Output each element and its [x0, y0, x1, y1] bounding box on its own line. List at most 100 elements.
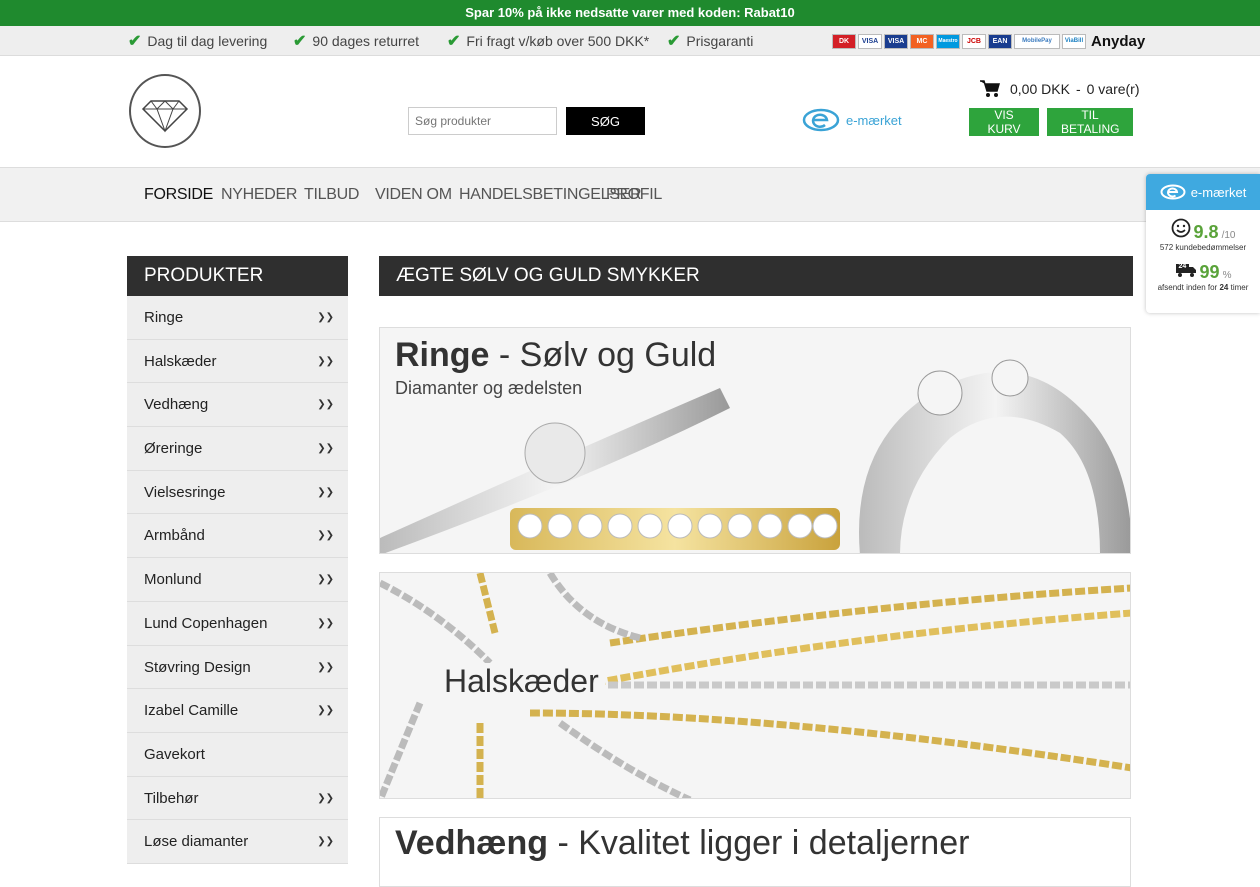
site-logo[interactable]	[129, 74, 201, 148]
sidebar-item-vielsesringe[interactable]: Vielsesringe ❯❯	[127, 470, 348, 515]
chevron-down-icon[interactable]: ❯❯	[317, 514, 334, 557]
usp-item: ✔ Dag til dag levering	[128, 26, 267, 57]
sidebar-item-label: Izabel Camille	[144, 702, 239, 720]
sidebar-item-label: Vedhæng	[144, 396, 209, 414]
chevron-down-icon[interactable]: ❯❯	[317, 340, 334, 383]
banner-subtitle: Diamanter og ædelsten	[395, 378, 583, 398]
chevron-down-icon[interactable]: ❯❯	[317, 646, 334, 689]
chevron-down-icon[interactable]: ❯❯	[317, 383, 334, 426]
sidebar-item-label: Lund Copenhagen	[144, 614, 268, 632]
viabill-icon: ViaBill	[1062, 34, 1086, 49]
sidebar-item-label: Løse diamanter	[144, 833, 249, 851]
sidebar-item-oreringe[interactable]: Øreringe ❯❯	[127, 427, 348, 471]
promo-text: Spar 10% på ikke nedsatte varer med kode…	[465, 5, 795, 20]
chevron-down-icon[interactable]: ❯❯	[317, 427, 334, 470]
visa-icon: VISA	[858, 34, 882, 49]
search-input[interactable]	[408, 107, 557, 135]
sidebar-item-label: Øreringe	[144, 440, 203, 458]
cart-icon	[980, 80, 1000, 97]
sidebar-item-tilbehor[interactable]: Tilbehør ❯❯	[127, 776, 348, 821]
usp-item: ✔ Fri fragt v/køb over 500 DKK*	[447, 26, 649, 57]
emark-widget-header: e-mærket	[1146, 174, 1260, 210]
banner-title: Ringe - Sølv og Guld	[395, 336, 716, 375]
usp-bar: ✔ Dag til dag levering ✔ 90 dages returret…	[0, 26, 1260, 56]
nav-item-viden-om[interactable]: VIDEN OM	[375, 168, 452, 222]
rating-unit: /10	[1221, 230, 1236, 241]
ean-icon: EAN	[988, 34, 1012, 49]
view-cart-button[interactable]: VIS KURV	[969, 108, 1039, 136]
sidebar-item-halskaeder[interactable]: Halskæder ❯❯	[127, 339, 348, 384]
emark-label: e-mærket	[846, 112, 902, 128]
sidebar-item-gavekort[interactable]: Gavekort	[127, 732, 348, 777]
nav-item-tilbud[interactable]: TILBUD	[304, 168, 359, 222]
sidebar-item-stovring-design[interactable]: Støvring Design ❯❯	[127, 645, 348, 690]
banner-title-bold: Ringe	[395, 336, 490, 374]
emark-icon	[802, 108, 840, 132]
page-title: ÆGTE SØLV OG GULD SMYKKER	[379, 256, 1133, 296]
sidebar-item-label: Halskæder	[144, 352, 217, 370]
shipping-note-post: timer	[1230, 283, 1249, 292]
sidebar-item-izabel-camille[interactable]: Izabel Camille ❯❯	[127, 689, 348, 733]
site-header: SØG e-mærket 0,00 DKK - 0 vare(r) VIS KU…	[0, 56, 1260, 168]
cart-amount: 0,00 DKK	[1010, 81, 1070, 97]
chevron-down-icon[interactable]: ❯❯	[317, 777, 334, 820]
sidebar-title: PRODUKTER	[127, 256, 348, 296]
sidebar-item-lund-copenhagen[interactable]: Lund Copenhagen ❯❯	[127, 601, 348, 646]
emark-rating-widget[interactable]: e-mærket 9.8 /10 572 kundebedømmelser 24…	[1146, 174, 1260, 313]
shipping-score: 24 99 %	[1146, 262, 1260, 283]
chevron-down-icon[interactable]: ❯❯	[317, 689, 334, 732]
sidebar-item-monlund[interactable]: Monlund ❯❯	[127, 558, 348, 602]
truck-icon: 24	[1175, 262, 1197, 278]
chevron-down-icon[interactable]: ❯❯	[317, 296, 334, 339]
shipping-note: afsendt inden for 24 timer	[1146, 283, 1260, 292]
truck-badge: 24	[1178, 263, 1187, 270]
sidebar-item-lose-diamanter[interactable]: Løse diamanter ❯❯	[127, 820, 348, 864]
sidebar-item-label: Vielsesringe	[144, 483, 226, 501]
emark-badge[interactable]: e-mærket	[802, 108, 902, 132]
emark-icon	[1160, 184, 1186, 200]
check-icon: ✔	[447, 33, 461, 50]
usp-item: ✔ 90 dages returret	[293, 26, 419, 57]
check-icon: ✔	[667, 33, 681, 50]
sidebar-item-armbaand[interactable]: Armbånd ❯❯	[127, 514, 348, 559]
sidebar-item-label: Monlund	[144, 571, 202, 589]
visa-electron-icon: VISA	[884, 34, 908, 49]
banner-vedhaeng[interactable]: Vedhæng - Kvalitet ligger i detaljerner	[379, 817, 1131, 887]
shipping-percent-unit: %	[1222, 270, 1232, 281]
mobilepay-icon: MobilePay	[1014, 34, 1060, 49]
emark-widget-label: e-mærket	[1190, 184, 1247, 200]
search-button[interactable]: SØG	[566, 107, 645, 135]
banner-ringe[interactable]: Ringe - Sølv og Guld Diamanter og ædelst…	[379, 327, 1131, 554]
check-icon: ✔	[128, 33, 142, 50]
nav-item-profil[interactable]: PROFIL	[606, 168, 662, 222]
cart-summary[interactable]: 0,00 DKK - 0 vare(r)	[980, 80, 1140, 98]
chevron-down-icon[interactable]: ❯❯	[317, 471, 334, 514]
chevron-down-icon[interactable]: ❯❯	[317, 558, 334, 601]
chevron-down-icon[interactable]: ❯❯	[317, 820, 334, 863]
banner-halskaeder[interactable]: Halskæder	[379, 572, 1131, 799]
usp-label: Prisgaranti	[686, 33, 754, 49]
shipping-note-pre: afsendt inden for	[1157, 283, 1218, 292]
promo-bar: Spar 10% på ikke nedsatte varer med kode…	[0, 0, 1260, 26]
banner-title-rest: Halskæder	[444, 663, 599, 699]
chevron-down-icon[interactable]: ❯❯	[317, 602, 334, 645]
payment-methods: DK VISA VISA MC Maestro JCB EAN MobilePa…	[832, 33, 1145, 50]
shipping-percent: 99	[1199, 262, 1220, 282]
usp-label: 90 dages returret	[312, 33, 420, 49]
sidebar-item-label: Støvring Design	[144, 658, 251, 676]
nav-item-nyheder[interactable]: NYHEDER	[221, 168, 297, 222]
usp-item: ✔ Prisgaranti	[667, 26, 753, 57]
cart-items: 0 vare(r)	[1086, 81, 1140, 97]
sidebar-item-label: Tilbehør	[144, 789, 199, 807]
banner-title-rest: - Kvalitet ligger i detaljerner	[557, 824, 970, 862]
sidebar-item-vedhaeng[interactable]: Vedhæng ❯❯	[127, 383, 348, 428]
nav-item-forside[interactable]: FORSIDE	[144, 168, 213, 222]
cart-separator: -	[1075, 81, 1081, 97]
mastercard-icon: MC	[910, 34, 934, 49]
checkout-button[interactable]: TIL BETALING	[1047, 108, 1133, 136]
sidebar-item-ringe[interactable]: Ringe ❯❯	[127, 296, 348, 340]
main-nav: FORSIDE NYHEDER TILBUD VIDEN OM HANDELSB…	[0, 168, 1260, 222]
sidebar-item-label: Ringe	[144, 309, 184, 326]
shipping-note-hours: 24	[1219, 283, 1229, 292]
banner-title: Halskæder	[438, 663, 605, 700]
